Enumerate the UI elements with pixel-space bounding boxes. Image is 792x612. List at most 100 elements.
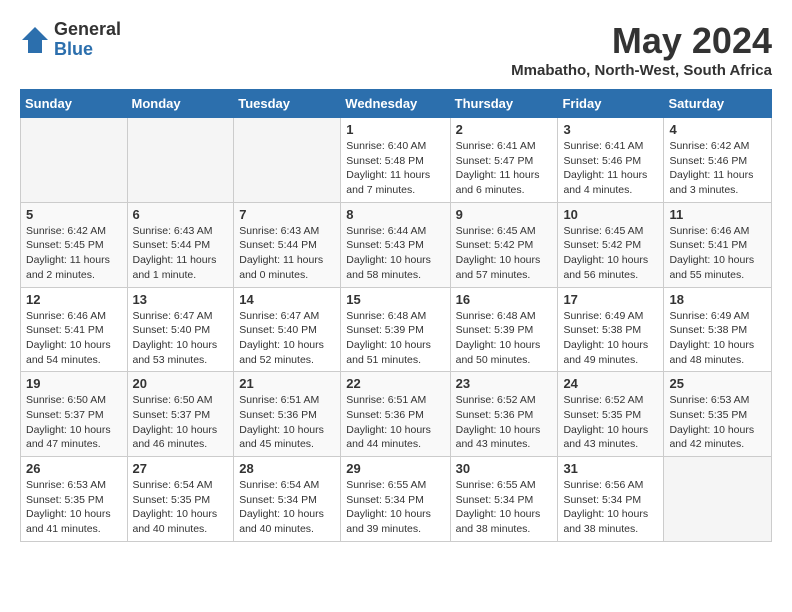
day-number: 20 bbox=[133, 376, 229, 391]
day-number: 21 bbox=[239, 376, 335, 391]
week-row-4: 26 Sunrise: 6:53 AM Sunset: 5:35 PM Dayli… bbox=[21, 457, 772, 542]
calendar-cell: 5 Sunrise: 6:42 AM Sunset: 5:45 PM Daylig… bbox=[21, 202, 128, 287]
calendar-cell bbox=[664, 457, 772, 542]
day-info: Sunrise: 6:45 AM Sunset: 5:42 PM Dayligh… bbox=[563, 224, 658, 283]
title-area: May 2024 Mmabatho, North-West, South Afr… bbox=[511, 20, 772, 79]
day-number: 25 bbox=[669, 376, 766, 391]
day-number: 15 bbox=[346, 292, 444, 307]
page-header: General Blue May 2024 Mmabatho, North-We… bbox=[20, 20, 772, 79]
day-info: Sunrise: 6:42 AM Sunset: 5:45 PM Dayligh… bbox=[26, 224, 122, 283]
logo-icon bbox=[20, 25, 50, 55]
day-number: 6 bbox=[133, 207, 229, 222]
calendar-cell: 2Sunrise: 6:41 AM Sunset: 5:47 PM Daylig… bbox=[450, 118, 558, 203]
day-info: Sunrise: 6:47 AM Sunset: 5:40 PM Dayligh… bbox=[133, 309, 229, 368]
day-number: 14 bbox=[239, 292, 335, 307]
calendar-cell bbox=[127, 118, 234, 203]
day-number: 7 bbox=[239, 207, 335, 222]
day-number: 23 bbox=[456, 376, 553, 391]
day-number: 3 bbox=[563, 122, 658, 137]
calendar-cell bbox=[234, 118, 341, 203]
day-number: 1 bbox=[346, 122, 444, 137]
day-number: 28 bbox=[239, 461, 335, 476]
day-number: 11 bbox=[669, 207, 766, 222]
day-number: 9 bbox=[456, 207, 553, 222]
day-info: Sunrise: 6:53 AM Sunset: 5:35 PM Dayligh… bbox=[26, 478, 122, 537]
day-number: 29 bbox=[346, 461, 444, 476]
day-number: 30 bbox=[456, 461, 553, 476]
day-info: Sunrise: 6:42 AM Sunset: 5:46 PM Dayligh… bbox=[669, 139, 766, 198]
day-info: Sunrise: 6:54 AM Sunset: 5:35 PM Dayligh… bbox=[133, 478, 229, 537]
calendar-cell: 17Sunrise: 6:49 AM Sunset: 5:38 PM Dayli… bbox=[558, 287, 664, 372]
day-info: Sunrise: 6:48 AM Sunset: 5:39 PM Dayligh… bbox=[346, 309, 444, 368]
calendar-cell: 3Sunrise: 6:41 AM Sunset: 5:46 PM Daylig… bbox=[558, 118, 664, 203]
calendar-cell: 4 Sunrise: 6:42 AM Sunset: 5:46 PM Daylig… bbox=[664, 118, 772, 203]
week-row-3: 19 Sunrise: 6:50 AM Sunset: 5:37 PM Dayli… bbox=[21, 372, 772, 457]
calendar-cell: 13Sunrise: 6:47 AM Sunset: 5:40 PM Dayli… bbox=[127, 287, 234, 372]
calendar-cell: 23 Sunrise: 6:52 AM Sunset: 5:36 PM Dayli… bbox=[450, 372, 558, 457]
calendar-cell: 7 Sunrise: 6:43 AM Sunset: 5:44 PM Daylig… bbox=[234, 202, 341, 287]
calendar-cell: 26 Sunrise: 6:53 AM Sunset: 5:35 PM Dayli… bbox=[21, 457, 128, 542]
day-number: 8 bbox=[346, 207, 444, 222]
header-wednesday: Wednesday bbox=[341, 90, 450, 118]
calendar-cell: 15 Sunrise: 6:48 AM Sunset: 5:39 PM Dayli… bbox=[341, 287, 450, 372]
week-row-1: 5 Sunrise: 6:42 AM Sunset: 5:45 PM Daylig… bbox=[21, 202, 772, 287]
calendar-cell: 21 Sunrise: 6:51 AM Sunset: 5:36 PM Dayli… bbox=[234, 372, 341, 457]
calendar-cell: 8 Sunrise: 6:44 AM Sunset: 5:43 PM Daylig… bbox=[341, 202, 450, 287]
day-info: Sunrise: 6:45 AM Sunset: 5:42 PM Dayligh… bbox=[456, 224, 553, 283]
day-number: 5 bbox=[26, 207, 122, 222]
day-number: 22 bbox=[346, 376, 444, 391]
day-number: 4 bbox=[669, 122, 766, 137]
day-number: 10 bbox=[563, 207, 658, 222]
day-number: 24 bbox=[563, 376, 658, 391]
calendar-cell: 29 Sunrise: 6:55 AM Sunset: 5:34 PM Dayli… bbox=[341, 457, 450, 542]
day-number: 19 bbox=[26, 376, 122, 391]
day-number: 17 bbox=[563, 292, 658, 307]
header-monday: Monday bbox=[127, 90, 234, 118]
logo-blue-text: Blue bbox=[54, 40, 121, 60]
day-info: Sunrise: 6:46 AM Sunset: 5:41 PM Dayligh… bbox=[26, 309, 122, 368]
header-thursday: Thursday bbox=[450, 90, 558, 118]
day-number: 31 bbox=[563, 461, 658, 476]
day-info: Sunrise: 6:52 AM Sunset: 5:35 PM Dayligh… bbox=[563, 393, 658, 452]
day-info: Sunrise: 6:49 AM Sunset: 5:38 PM Dayligh… bbox=[669, 309, 766, 368]
calendar-cell: 10 Sunrise: 6:45 AM Sunset: 5:42 PM Dayli… bbox=[558, 202, 664, 287]
calendar-cell: 11 Sunrise: 6:46 AM Sunset: 5:41 PM Dayli… bbox=[664, 202, 772, 287]
calendar-cell: 22Sunrise: 6:51 AM Sunset: 5:36 PM Dayli… bbox=[341, 372, 450, 457]
day-info: Sunrise: 6:56 AM Sunset: 5:34 PM Dayligh… bbox=[563, 478, 658, 537]
location-title: Mmabatho, North-West, South Africa bbox=[511, 62, 772, 79]
day-info: Sunrise: 6:50 AM Sunset: 5:37 PM Dayligh… bbox=[26, 393, 122, 452]
day-info: Sunrise: 6:46 AM Sunset: 5:41 PM Dayligh… bbox=[669, 224, 766, 283]
calendar-cell: 9 Sunrise: 6:45 AM Sunset: 5:42 PM Daylig… bbox=[450, 202, 558, 287]
day-number: 12 bbox=[26, 292, 122, 307]
calendar-cell: 28 Sunrise: 6:54 AM Sunset: 5:34 PM Dayli… bbox=[234, 457, 341, 542]
calendar-cell: 25 Sunrise: 6:53 AM Sunset: 5:35 PM Dayli… bbox=[664, 372, 772, 457]
day-info: Sunrise: 6:51 AM Sunset: 5:36 PM Dayligh… bbox=[239, 393, 335, 452]
week-row-0: 1 Sunrise: 6:40 AM Sunset: 5:48 PM Daylig… bbox=[21, 118, 772, 203]
calendar-cell: 6Sunrise: 6:43 AM Sunset: 5:44 PM Daylig… bbox=[127, 202, 234, 287]
day-info: Sunrise: 6:52 AM Sunset: 5:36 PM Dayligh… bbox=[456, 393, 553, 452]
day-number: 26 bbox=[26, 461, 122, 476]
day-info: Sunrise: 6:41 AM Sunset: 5:47 PM Dayligh… bbox=[456, 139, 553, 198]
calendar-cell bbox=[21, 118, 128, 203]
day-info: Sunrise: 6:50 AM Sunset: 5:37 PM Dayligh… bbox=[133, 393, 229, 452]
day-info: Sunrise: 6:40 AM Sunset: 5:48 PM Dayligh… bbox=[346, 139, 444, 198]
calendar-cell: 18 Sunrise: 6:49 AM Sunset: 5:38 PM Dayli… bbox=[664, 287, 772, 372]
header-friday: Friday bbox=[558, 90, 664, 118]
day-info: Sunrise: 6:48 AM Sunset: 5:39 PM Dayligh… bbox=[456, 309, 553, 368]
week-row-2: 12 Sunrise: 6:46 AM Sunset: 5:41 PM Dayli… bbox=[21, 287, 772, 372]
header-tuesday: Tuesday bbox=[234, 90, 341, 118]
day-info: Sunrise: 6:44 AM Sunset: 5:43 PM Dayligh… bbox=[346, 224, 444, 283]
calendar-cell: 16Sunrise: 6:48 AM Sunset: 5:39 PM Dayli… bbox=[450, 287, 558, 372]
calendar-cell: 30 Sunrise: 6:55 AM Sunset: 5:34 PM Dayli… bbox=[450, 457, 558, 542]
day-info: Sunrise: 6:43 AM Sunset: 5:44 PM Dayligh… bbox=[239, 224, 335, 283]
day-info: Sunrise: 6:47 AM Sunset: 5:40 PM Dayligh… bbox=[239, 309, 335, 368]
day-info: Sunrise: 6:55 AM Sunset: 5:34 PM Dayligh… bbox=[456, 478, 553, 537]
day-info: Sunrise: 6:53 AM Sunset: 5:35 PM Dayligh… bbox=[669, 393, 766, 452]
day-info: Sunrise: 6:54 AM Sunset: 5:34 PM Dayligh… bbox=[239, 478, 335, 537]
day-number: 18 bbox=[669, 292, 766, 307]
header-row: SundayMondayTuesdayWednesdayThursdayFrid… bbox=[21, 90, 772, 118]
day-info: Sunrise: 6:55 AM Sunset: 5:34 PM Dayligh… bbox=[346, 478, 444, 537]
header-saturday: Saturday bbox=[664, 90, 772, 118]
calendar-cell: 20 Sunrise: 6:50 AM Sunset: 5:37 PM Dayli… bbox=[127, 372, 234, 457]
header-sunday: Sunday bbox=[21, 90, 128, 118]
